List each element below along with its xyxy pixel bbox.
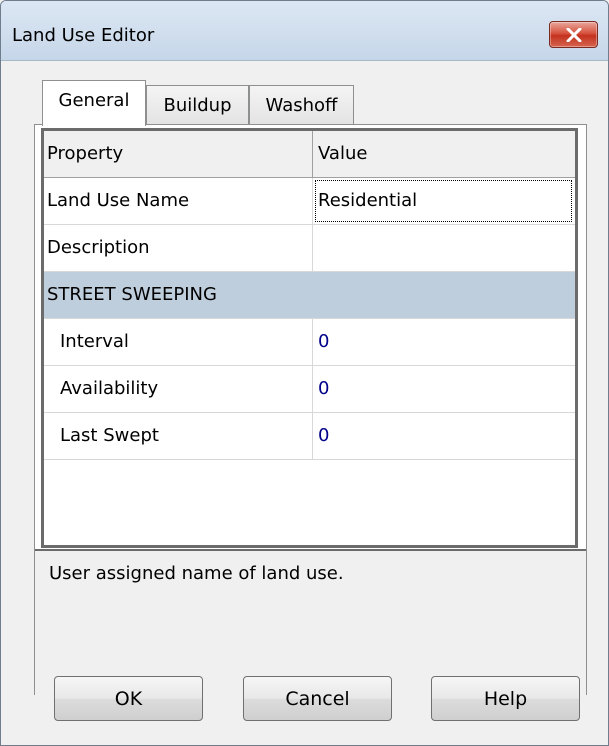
general-tab-panel: Property Value Land Use Name Residential… [34,124,587,696]
tab-washoff[interactable]: Washoff [249,85,354,125]
grid-header-row: Property Value [44,131,575,178]
property-grid[interactable]: Property Value Land Use Name Residential… [41,128,578,548]
window-title: Land Use Editor [12,25,155,46]
property-name: Interval [44,319,313,365]
tab-buildup[interactable]: Buildup [146,85,249,125]
property-name: Land Use Name [44,178,313,224]
description-panel: User assigned name of land use. [35,549,586,696]
last-swept-value[interactable]: 0 [314,413,575,459]
dialog-body: General Buildup Washoff Property Value L… [1,61,608,745]
property-name: Availability [44,366,313,412]
ok-button[interactable]: OK [54,676,203,721]
close-button[interactable] [549,21,598,48]
table-row[interactable]: Description [44,225,575,272]
focus-rectangle [315,180,572,222]
section-header-row: STREET SWEEPING [44,272,575,319]
empty-row [44,460,575,480]
land-use-editor-dialog: Land Use Editor General Buildup Washoff … [0,0,609,746]
section-title: STREET SWEEPING [44,272,313,318]
description-value[interactable] [314,225,575,271]
table-row[interactable]: Availability 0 [44,366,575,413]
tab-label: Buildup [163,95,232,116]
value-column-header[interactable]: Value [314,131,575,177]
tab-label: Washoff [265,95,338,116]
description-text: User assigned name of land use. [49,563,344,584]
close-icon [566,28,582,42]
property-name: Description [44,225,313,271]
tab-label: General [58,90,130,111]
table-row[interactable]: Land Use Name Residential [44,178,575,225]
property-column-header[interactable]: Property [44,131,313,177]
property-name: Last Swept [44,413,313,459]
help-button[interactable]: Help [431,676,580,721]
availability-value[interactable]: 0 [314,366,575,412]
table-row[interactable]: Interval 0 [44,319,575,366]
title-bar[interactable]: Land Use Editor [1,1,608,61]
table-row[interactable]: Last Swept 0 [44,413,575,460]
tab-general[interactable]: General [42,80,146,126]
cancel-button[interactable]: Cancel [243,676,392,721]
interval-value[interactable]: 0 [314,319,575,365]
section-value [314,272,575,318]
